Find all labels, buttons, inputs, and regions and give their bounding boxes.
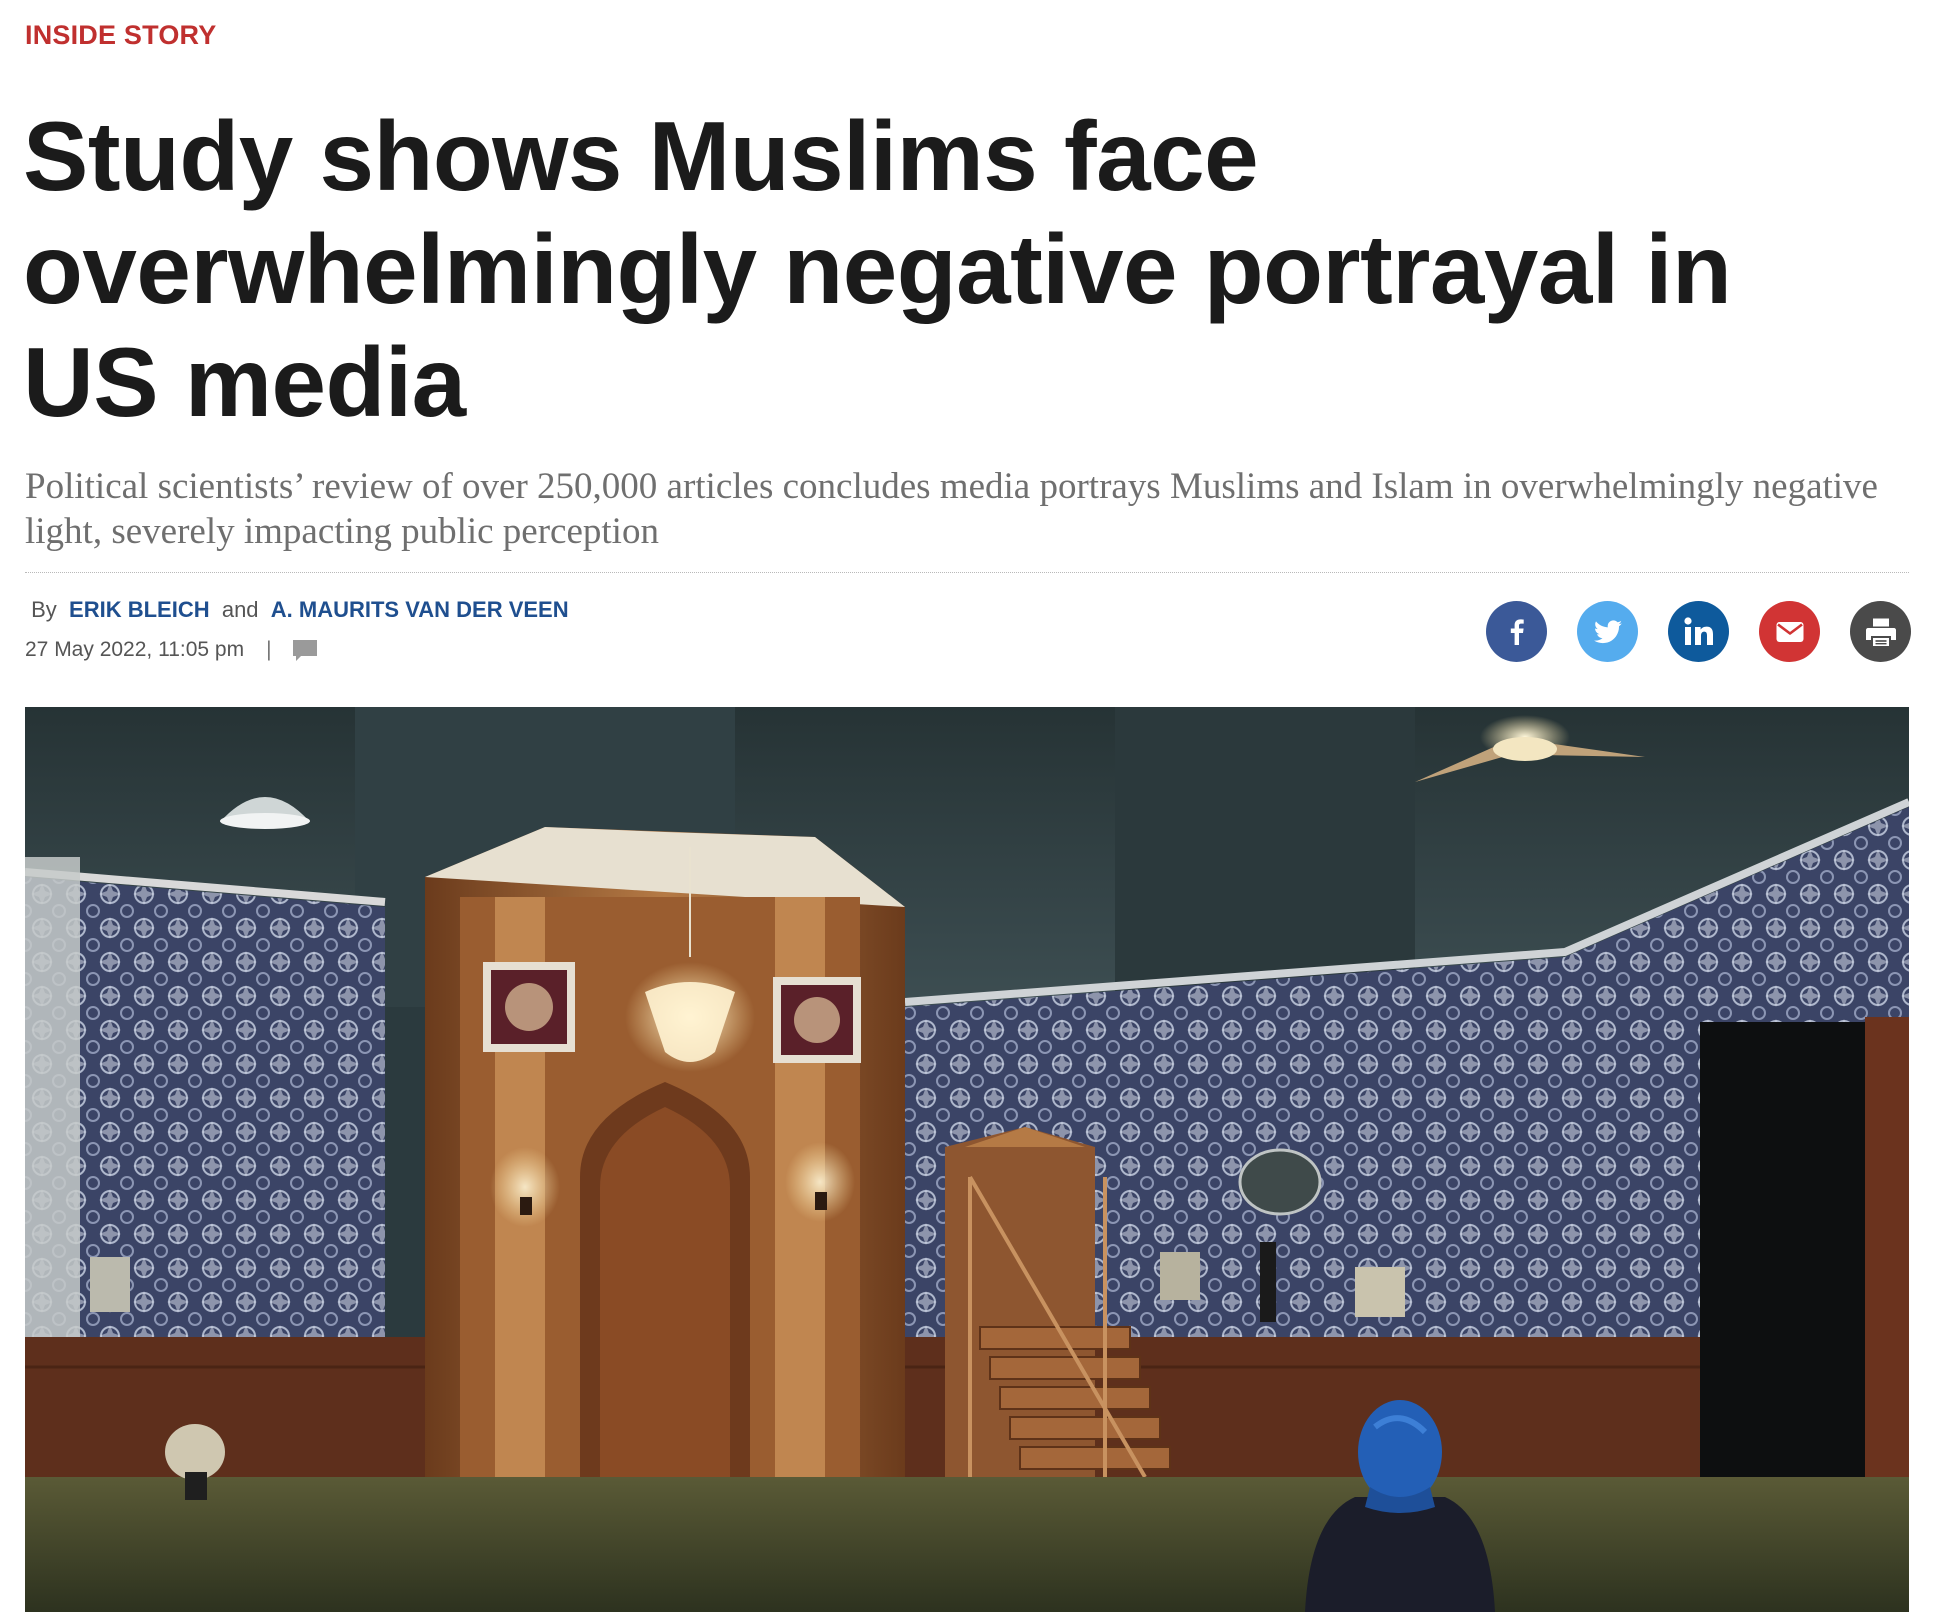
author-link-erik-bleich[interactable]: ERIK BLEICH (69, 597, 210, 622)
print-button[interactable] (1850, 601, 1911, 662)
mosque-interior-image (25, 707, 1909, 1612)
share-linkedin-button[interactable] (1668, 601, 1729, 662)
byline: By ERIK BLEICH and A. MAURITS VAN DER VE… (25, 597, 569, 623)
byline-prefix: By (25, 597, 63, 622)
hero-image (25, 707, 1909, 1612)
author-link-maurits-van-der-veen[interactable]: A. MAURITS VAN DER VEEN (271, 597, 569, 622)
twitter-icon (1593, 619, 1622, 643)
article-meta: 27 May 2022, 11:05 pm | (25, 638, 318, 662)
linkedin-icon (1683, 616, 1713, 645)
share-email-button[interactable] (1759, 601, 1820, 662)
publish-date: 27 May 2022, 11:05 pm (25, 638, 245, 661)
print-icon (1865, 618, 1896, 646)
share-twitter-button[interactable] (1577, 601, 1638, 662)
divider (25, 572, 1909, 573)
share-facebook-button[interactable] (1486, 601, 1547, 662)
comment-icon[interactable] (292, 639, 318, 661)
email-icon (1776, 621, 1803, 642)
facebook-icon (1510, 618, 1524, 645)
article-headline: Study shows Muslims face overwhelmingly … (23, 101, 1732, 437)
byline-and: and (215, 597, 265, 622)
meta-separator: | (266, 638, 272, 661)
share-bar (1486, 601, 1911, 662)
article-standfirst: Political scientists’ review of over 250… (25, 466, 1878, 552)
section-kicker[interactable]: INSIDE STORY (25, 20, 216, 51)
